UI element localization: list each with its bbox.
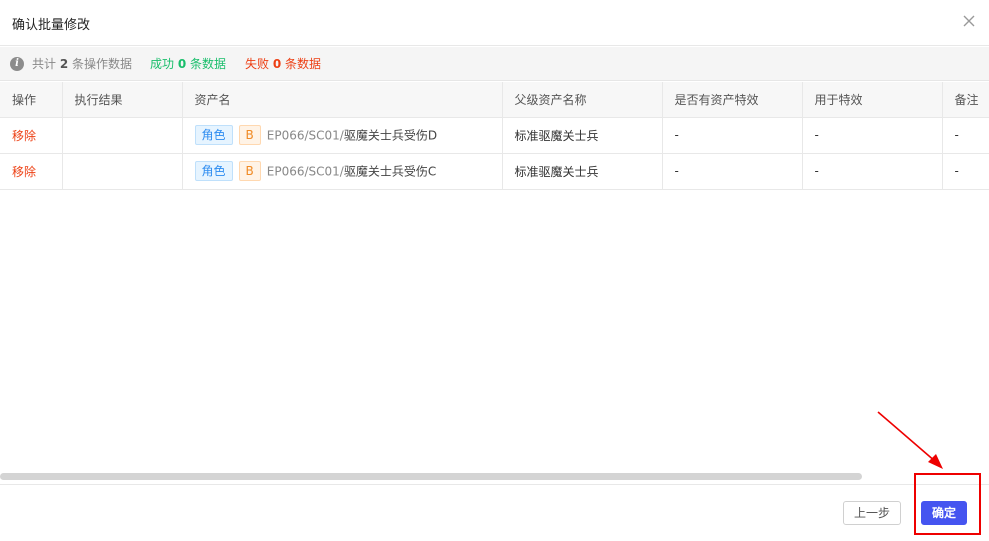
column-header-asset-name: 资产名 <box>182 82 503 118</box>
parent-asset-cell: 标准驱魔关士兵 <box>502 117 663 154</box>
column-header-remark: 备注 <box>942 82 989 118</box>
asset-name: 驱魔关士兵受伤D <box>343 128 438 143</box>
has-effect-cell: - <box>662 153 803 190</box>
dialog-footer: 上一步 确定 <box>0 484 989 541</box>
dialog-title: 确认批量修改 <box>12 18 91 33</box>
total-summary: 共计 2 条操作数据 <box>32 57 133 71</box>
success-summary: 成功 0 条数据 <box>150 57 227 71</box>
asset-name-cell: 角色 B EP066/SC01/驱魔关士兵受伤D <box>182 117 503 154</box>
asset-level-tag: B <box>238 161 261 181</box>
asset-name: 驱魔关士兵受伤C <box>343 164 437 179</box>
result-cell <box>62 153 183 190</box>
for-effect-cell: - <box>802 117 943 154</box>
asset-path: EP066/SC01/ <box>266 164 344 179</box>
column-header-action: 操作 <box>0 82 63 118</box>
table-row: 移除 角色 B EP066/SC01/驱魔关士兵受伤D 标准驱魔关士兵 - - - <box>0 117 989 154</box>
close-icon[interactable] <box>958 10 980 32</box>
column-header-parent-asset: 父级资产名称 <box>502 82 663 118</box>
remark-cell: - <box>942 117 989 154</box>
asset-path: EP066/SC01/ <box>266 128 344 143</box>
column-header-has-effect: 是否有资产特效 <box>662 82 803 118</box>
parent-asset-cell: 标准驱魔关士兵 <box>502 153 663 190</box>
annotation-highlight-box <box>914 473 981 535</box>
result-cell <box>62 117 183 154</box>
asset-level-tag: B <box>238 125 261 145</box>
remark-cell: - <box>942 153 989 190</box>
has-effect-cell: - <box>662 117 803 154</box>
table-row: 移除 角色 B EP066/SC01/驱魔关士兵受伤C 标准驱魔关士兵 - - - <box>0 153 989 190</box>
asset-name-cell: 角色 B EP066/SC01/驱魔关士兵受伤C <box>182 153 503 190</box>
horizontal-scrollbar[interactable] <box>0 473 862 480</box>
info-icon: i <box>10 57 24 71</box>
fail-summary: 失败 0 条数据 <box>245 57 322 71</box>
remove-link[interactable]: 移除 <box>12 129 36 143</box>
previous-step-button[interactable]: 上一步 <box>843 501 901 525</box>
summary-bar: i 共计 2 条操作数据 成功 0 条数据 失败 0 条数据 <box>0 47 989 81</box>
result-table: 操作 执行结果 资产名 父级资产名称 是否有资产特效 用于特效 备注 移除 角色… <box>0 82 989 190</box>
remove-link[interactable]: 移除 <box>12 165 36 179</box>
column-header-for-effect: 用于特效 <box>802 82 943 118</box>
table-header-row: 操作 执行结果 资产名 父级资产名称 是否有资产特效 用于特效 备注 <box>0 82 989 118</box>
asset-type-tag: 角色 <box>194 125 233 145</box>
column-header-result: 执行结果 <box>62 82 183 118</box>
batch-edit-confirm-dialog: 确认批量修改 i 共计 2 条操作数据 成功 0 条数据 失败 0 条数据 操作… <box>0 0 989 541</box>
for-effect-cell: - <box>802 153 943 190</box>
dialog-header: 确认批量修改 <box>0 0 989 46</box>
asset-type-tag: 角色 <box>194 161 233 181</box>
